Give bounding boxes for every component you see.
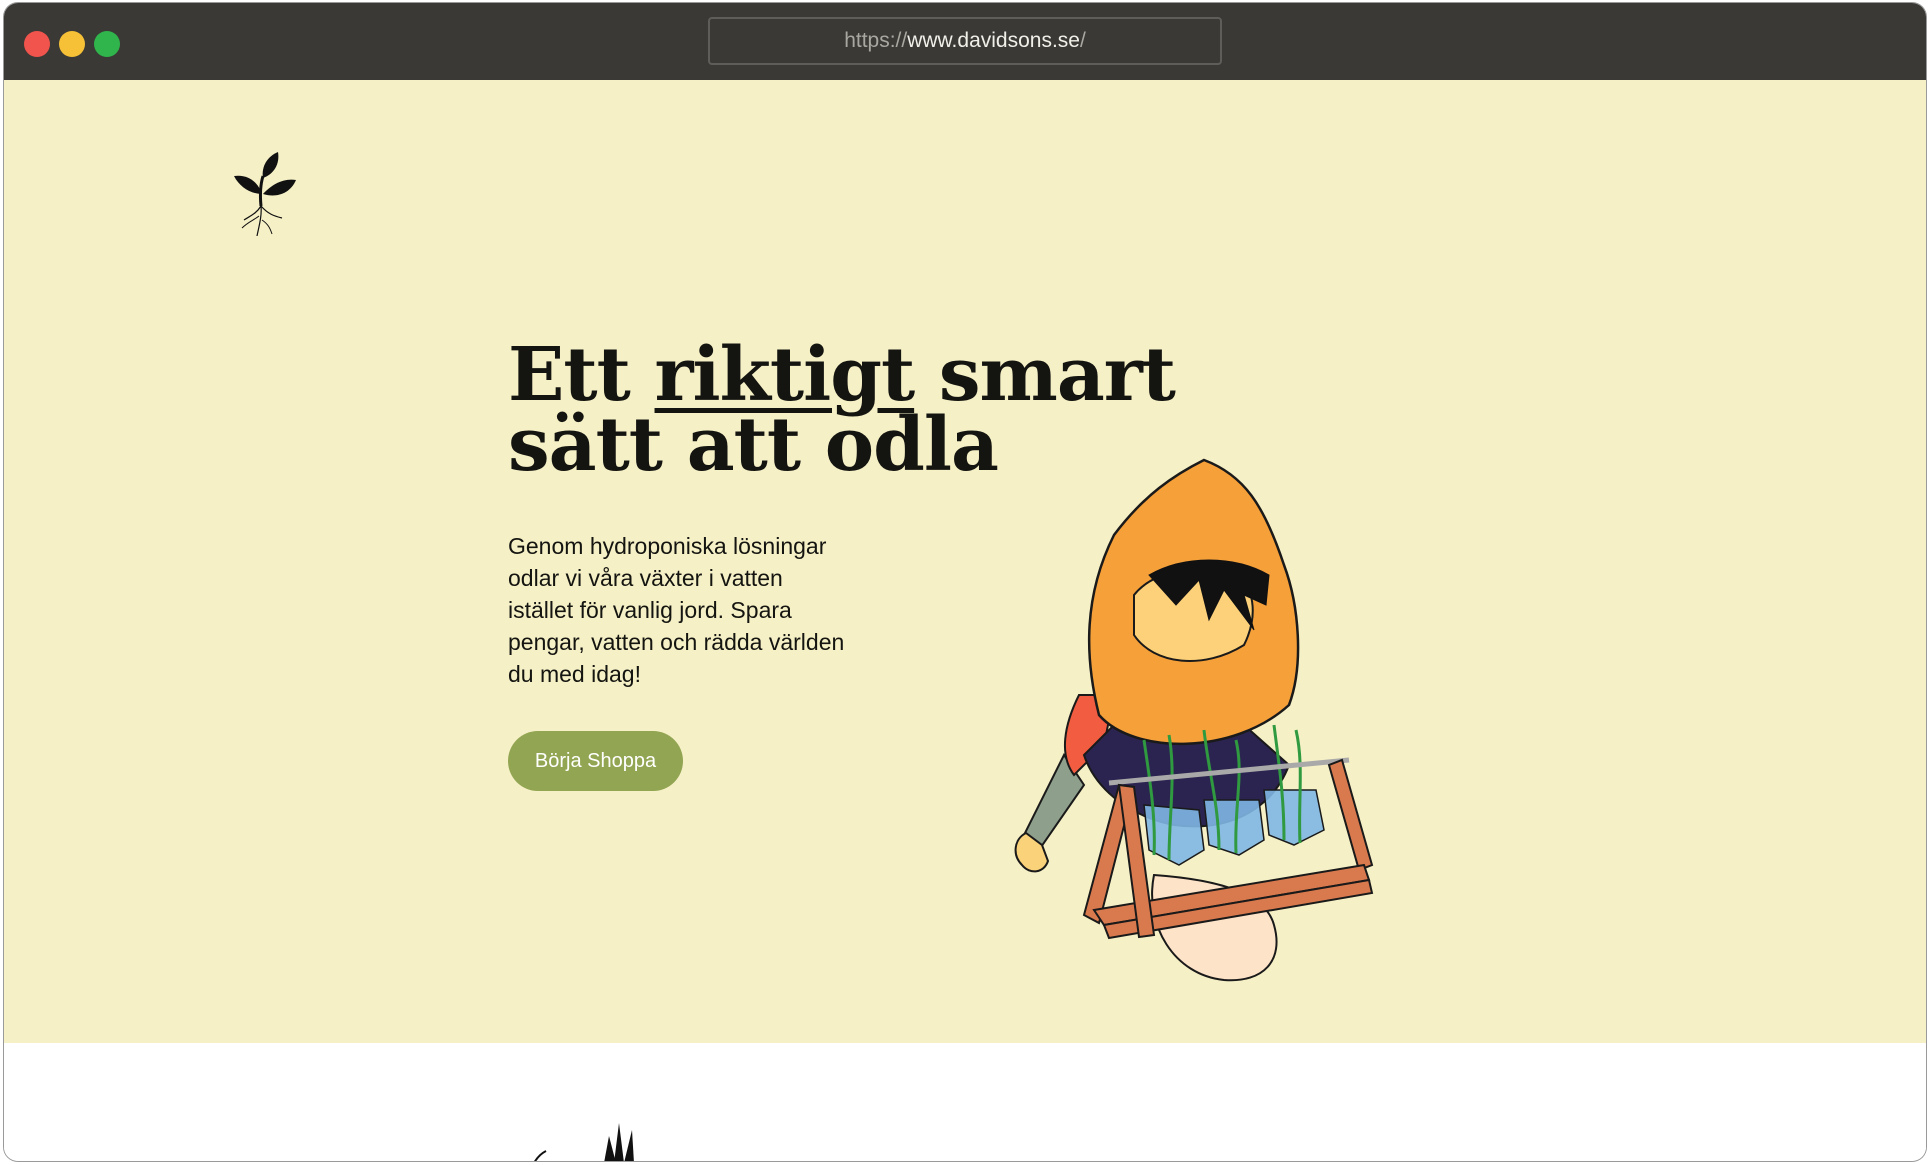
browser-window: https://www.davidsons.se / Ett riktigt sm… xyxy=(4,3,1926,1161)
url-protocol: https:// xyxy=(844,29,908,52)
maximize-window-button[interactable] xyxy=(94,31,120,57)
hero-section: Ett riktigt smart sätt att odla Genom hy… xyxy=(4,80,1926,1043)
next-section xyxy=(4,1043,1926,1161)
url-host: www.davidsons.se xyxy=(907,29,1080,52)
browser-titlebar: https://www.davidsons.se / xyxy=(4,3,1926,80)
sprout-logo-icon[interactable] xyxy=(226,150,296,236)
start-shopping-button[interactable]: Börja Shoppa xyxy=(508,731,683,791)
gardener-illustration xyxy=(1014,458,1374,982)
address-bar[interactable]: https://www.davidsons.se / xyxy=(708,17,1222,65)
hero-description: Genom hydroponiska lösningar odlar vi vå… xyxy=(508,533,845,687)
close-window-button[interactable] xyxy=(24,31,50,57)
minimize-window-button[interactable] xyxy=(59,31,85,57)
plant-silhouette-icon xyxy=(534,1123,634,1161)
url-trailing-slash: / xyxy=(1079,29,1086,52)
headline-line-2: sätt att odla xyxy=(508,402,999,488)
